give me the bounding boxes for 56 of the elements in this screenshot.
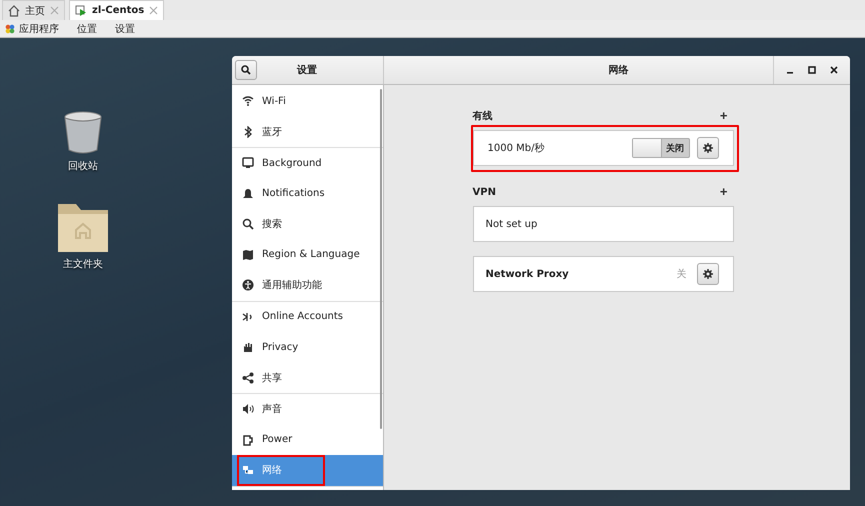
apps-icon bbox=[5, 24, 15, 34]
search-icon bbox=[242, 218, 254, 230]
gear-icon bbox=[702, 269, 712, 279]
menu-item[interactable]: 应用程序 bbox=[19, 22, 59, 36]
search-icon bbox=[241, 65, 251, 75]
host-tab[interactable]: zl-Centos bbox=[69, 0, 164, 20]
scrollbar[interactable] bbox=[380, 89, 382, 429]
gear-icon bbox=[702, 143, 712, 153]
sidebar-item[interactable]: 搜索 bbox=[232, 209, 379, 240]
sidebar-item[interactable]: Background bbox=[232, 148, 379, 178]
sidebar-item[interactable]: Region & Language bbox=[232, 240, 379, 270]
connection-label: 1000 Mb/秒 bbox=[488, 142, 546, 155]
status-text: 关 bbox=[676, 268, 686, 281]
close-icon[interactable] bbox=[830, 66, 838, 74]
sidebar-item[interactable]: 通用辅助功能 bbox=[232, 270, 379, 300]
sidebar-item[interactable]: Wi-Fi bbox=[232, 86, 379, 116]
close-icon bbox=[50, 6, 59, 15]
sidebar-title: 设置 bbox=[297, 64, 317, 77]
sidebar-item[interactable]: Privacy bbox=[232, 332, 379, 362]
desktop-icon-label[interactable]: 主文件夹 bbox=[63, 257, 103, 271]
sidebar-item[interactable]: Power bbox=[232, 424, 379, 455]
map-icon bbox=[242, 248, 254, 261]
proxy-label[interactable]: Network Proxy bbox=[486, 268, 676, 280]
section-heading: VPN bbox=[472, 186, 496, 198]
sidebar-item[interactable]: 共享 bbox=[232, 362, 379, 393]
accessibility-icon bbox=[242, 279, 254, 292]
speaker-icon bbox=[242, 403, 254, 416]
sidebar-item[interactable]: 蓝牙 bbox=[232, 116, 379, 147]
monitor-icon bbox=[242, 157, 254, 170]
network-icon bbox=[242, 464, 254, 476]
bluetooth-icon bbox=[242, 126, 254, 138]
bell-icon bbox=[242, 188, 254, 200]
settings-button[interactable] bbox=[696, 137, 718, 159]
vm-icon bbox=[75, 4, 87, 16]
menu-item[interactable]: 设置 bbox=[115, 22, 135, 36]
host-tab[interactable]: 主页 bbox=[2, 0, 65, 20]
home-icon bbox=[8, 4, 20, 16]
wifi-icon bbox=[242, 95, 254, 108]
section-heading: 有线 bbox=[472, 110, 492, 123]
hand-icon bbox=[242, 341, 254, 354]
search-button[interactable] bbox=[235, 60, 257, 80]
close-icon bbox=[149, 6, 158, 15]
settings-button[interactable] bbox=[696, 263, 718, 285]
placeholder-text: Not set up bbox=[486, 218, 538, 230]
sidebar-item[interactable]: 声音 bbox=[232, 394, 379, 424]
add-button[interactable]: + bbox=[714, 110, 734, 122]
sidebar-item[interactable]: Online Accounts bbox=[232, 302, 379, 332]
accounts-icon bbox=[242, 310, 254, 323]
toggle-switch[interactable]: 关闭 bbox=[632, 138, 690, 158]
sidebar-item[interactable]: Notifications bbox=[232, 178, 379, 209]
maximize-icon[interactable] bbox=[808, 66, 816, 74]
share-icon bbox=[242, 372, 254, 384]
add-button[interactable]: + bbox=[714, 186, 734, 198]
menu-item[interactable]: 位置 bbox=[77, 22, 97, 36]
desktop-icon-label[interactable]: 回收站 bbox=[68, 159, 98, 173]
window-title: 网络 bbox=[608, 64, 630, 77]
